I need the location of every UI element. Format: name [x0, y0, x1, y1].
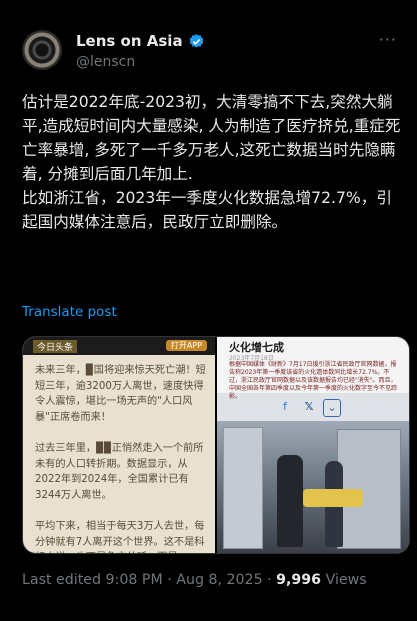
tweet-meta: Last edited 9:08 PM · Aug 8, 2025 · 9,99…: [22, 572, 367, 588]
article-header-bar: 今日头条 打开APP: [23, 337, 215, 355]
edited-timestamp[interactable]: Last edited 9:08 PM · Aug 8, 2025 ·: [22, 572, 272, 588]
avatar[interactable]: [22, 30, 62, 70]
media-image-right[interactable]: 火化增七成 2023年7月18日 根据中国媒体《财新》7月17日援引浙江省民政厅…: [217, 337, 409, 553]
photo-stretcher: [303, 489, 363, 507]
news-paragraph: 根据中国媒体《财新》7月17日援引浙江省民政厅官网数据，报告称2023年第一季度…: [229, 361, 398, 400]
tweet-card: Lens on Asia @lenscn ··· 估计是2022年底-2023初…: [0, 0, 417, 621]
author-display-name[interactable]: Lens on Asia: [76, 32, 183, 50]
x-icon: 𝕏: [304, 400, 314, 413]
more-options-icon[interactable]: ···: [379, 30, 397, 49]
translate-post-link[interactable]: Translate post: [22, 304, 117, 320]
verified-badge-icon: [189, 33, 203, 48]
views-count: 9,996: [276, 572, 322, 588]
media-image-left[interactable]: 今日头条 打开APP 未来三年，▉国将迎来惊天死亡潮！短短三年，逾3200万人离…: [23, 337, 215, 553]
open-app-button: 打开APP: [165, 340, 207, 351]
author-handle[interactable]: @lenscn: [76, 54, 135, 70]
photo-wall: [223, 427, 263, 549]
author-name-row: Lens on Asia: [76, 32, 205, 50]
tweet-text: 估计是2022年底-2023初，大清零搞不下去,突然大躺平,造成短时间内大量感染…: [22, 93, 401, 231]
news-header: 火化增七成 2023年7月18日 根据中国媒体《财新》7月17日援引浙江省民政厅…: [217, 337, 409, 400]
article-text: 未来三年，▉国将迎来惊天死亡潮！短短三年，逾3200万人离世，速度快得令人震惊，…: [35, 365, 206, 553]
facebook-icon: f: [283, 400, 287, 413]
app-tag: 今日头条: [33, 340, 78, 353]
views-label: Views: [325, 572, 367, 588]
photo-person: [277, 455, 303, 547]
chevron-down-icon: ⌄: [323, 399, 341, 417]
media-grid: 今日头条 打开APP 未来三年，▉国将迎来惊天死亡潮！短短三年，逾3200万人离…: [22, 336, 410, 554]
